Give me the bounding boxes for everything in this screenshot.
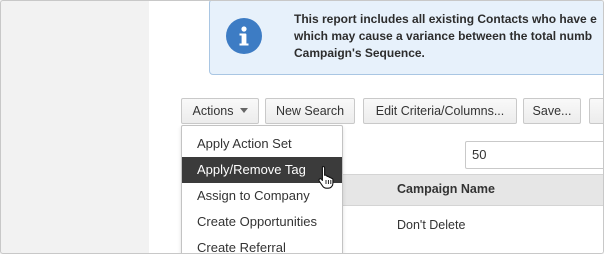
caret-down-icon — [239, 108, 248, 113]
banner-line: Campaign's Sequence. — [294, 46, 425, 60]
app-frame: This report includes all existing Contac… — [0, 0, 604, 254]
menu-item-apply-action-set[interactable]: Apply Action Set — [182, 131, 342, 157]
info-icon — [226, 18, 262, 54]
next-toolbar-button[interactable] — [589, 98, 603, 124]
menu-item-create-opportunities[interactable]: Create Opportunities — [182, 209, 342, 235]
new-search-button[interactable]: New Search — [265, 98, 355, 124]
save-button[interactable]: Save... — [523, 98, 581, 124]
actions-button[interactable]: Actions — [181, 98, 259, 124]
actions-dropdown-menu: Apply Action Set Apply/Remove Tag Assign… — [181, 125, 343, 253]
column-header-campaign-name[interactable]: Campaign Name — [397, 182, 495, 196]
page-size-input[interactable]: 50 — [465, 141, 603, 169]
table-cell[interactable]: Don't Delete — [397, 218, 465, 232]
banner-message: This report includes all existing Contac… — [294, 11, 603, 62]
table-header: Campaign Name — [341, 174, 603, 206]
actions-button-label: Actions — [192, 104, 234, 118]
banner-line: which may cause a variance between the t… — [294, 29, 593, 43]
banner-line: This report includes all existing Contac… — [294, 12, 597, 26]
info-banner: This report includes all existing Contac… — [209, 1, 603, 75]
edit-criteria-button[interactable]: Edit Criteria/Columns... — [363, 98, 517, 124]
hand-pointer-cursor-icon — [318, 165, 334, 189]
menu-item-create-referral[interactable]: Create Referral — [182, 235, 342, 253]
